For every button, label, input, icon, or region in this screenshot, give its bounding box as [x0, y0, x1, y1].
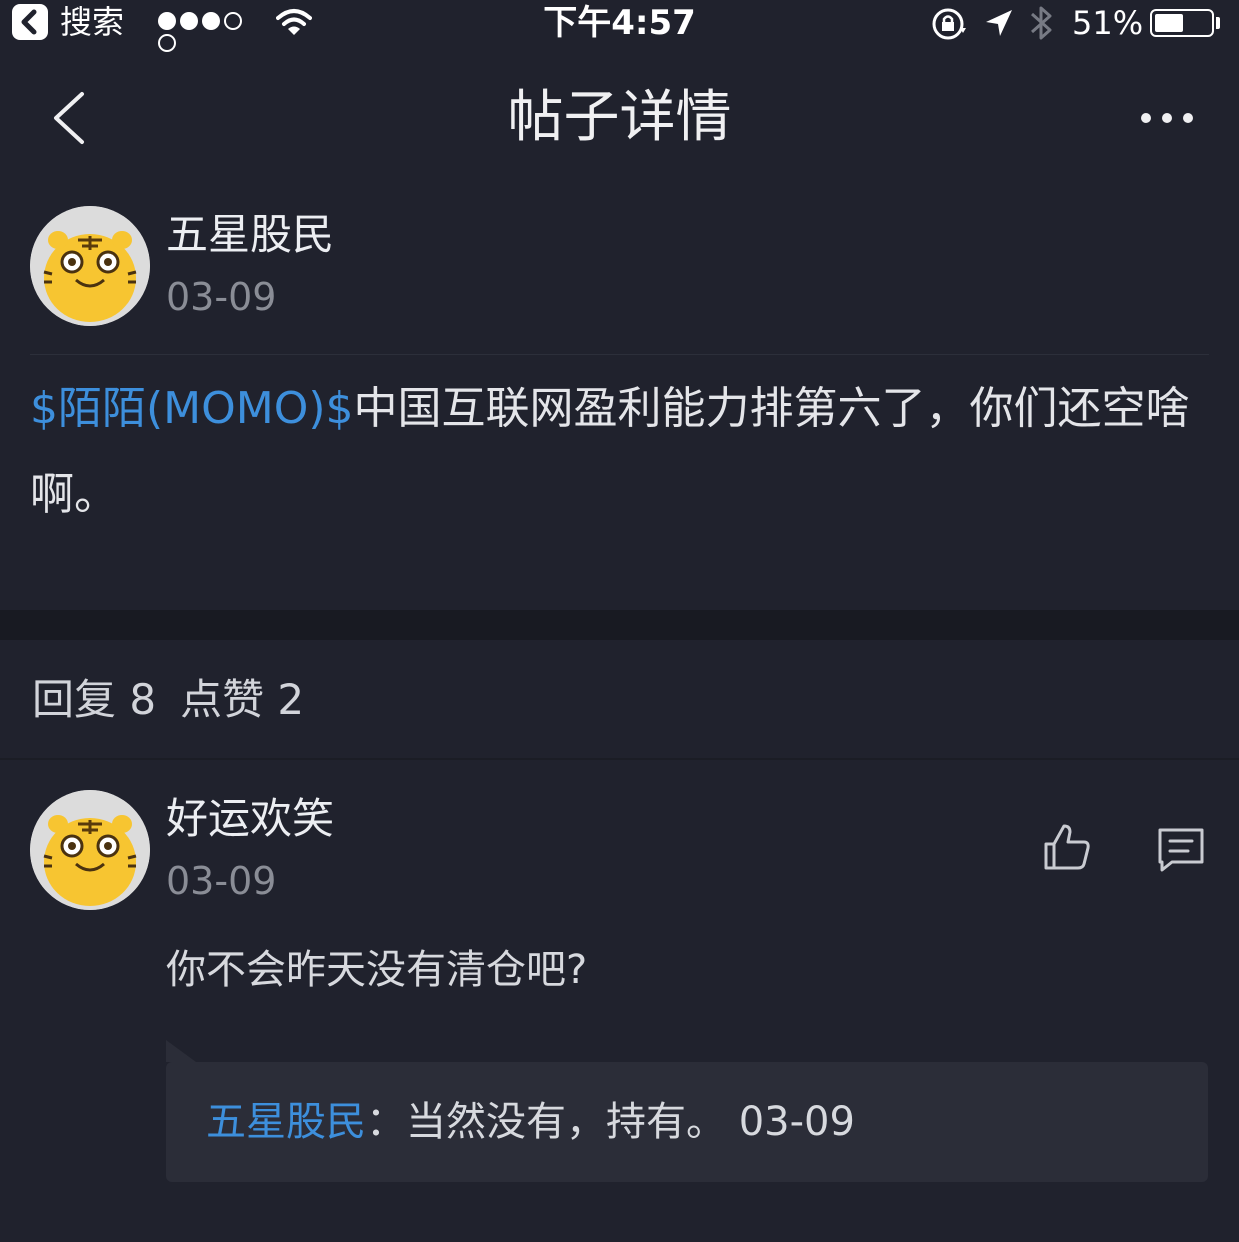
nested-reply: 五星股民：当然没有，持有。 03-09	[206, 1092, 855, 1152]
avatar[interactable]	[30, 790, 150, 910]
nested-reply-author[interactable]: 五星股民	[206, 1099, 366, 1145]
battery-percentage: 51%	[1072, 4, 1144, 42]
battery-fill	[1155, 14, 1183, 32]
quote-pointer	[166, 1040, 196, 1062]
reply-count[interactable]: 回复 8	[32, 675, 156, 724]
post-date: 03-09	[166, 275, 277, 319]
avatar[interactable]	[30, 206, 150, 326]
more-options-icon[interactable]	[1138, 110, 1198, 130]
status-bar: 搜索 下午4:57 51%	[0, 0, 1239, 52]
tiger-avatar-icon	[30, 790, 150, 910]
divider	[0, 758, 1239, 760]
post-content: $陌陌(MOMO)$中国互联网盈利能力排第六了，你们还空啥啊。	[30, 366, 1215, 538]
post-author-name[interactable]: 五星股民	[166, 208, 334, 262]
section-separator	[0, 610, 1239, 640]
reply-text: 你不会昨天没有清仓吧?	[166, 947, 588, 993]
nested-reply-separator: ：	[366, 1099, 406, 1145]
battery-icon	[1150, 9, 1214, 37]
bluetooth-icon	[1028, 2, 1056, 48]
nested-reply-text: 当然没有，持有。	[406, 1099, 726, 1145]
reply-author-name[interactable]: 好运欢笑	[166, 792, 334, 846]
comment-icon[interactable]	[1156, 826, 1206, 878]
page-title: 帖子详情	[507, 85, 732, 150]
location-arrow-icon	[984, 8, 1014, 42]
divider	[30, 354, 1209, 355]
thumbs-up-icon[interactable]	[1040, 822, 1092, 876]
stock-tag-link[interactable]: $陌陌(MOMO)$	[30, 383, 354, 434]
orientation-lock-icon	[930, 6, 968, 46]
tiger-avatar-icon	[30, 206, 150, 326]
reply-date: 03-09	[166, 859, 277, 903]
battery-nub	[1216, 17, 1220, 29]
nested-reply-date: 03-09	[738, 1099, 855, 1145]
like-count[interactable]: 点赞 2	[180, 675, 304, 724]
post-stats: 回复 8 点赞 2	[32, 670, 328, 730]
